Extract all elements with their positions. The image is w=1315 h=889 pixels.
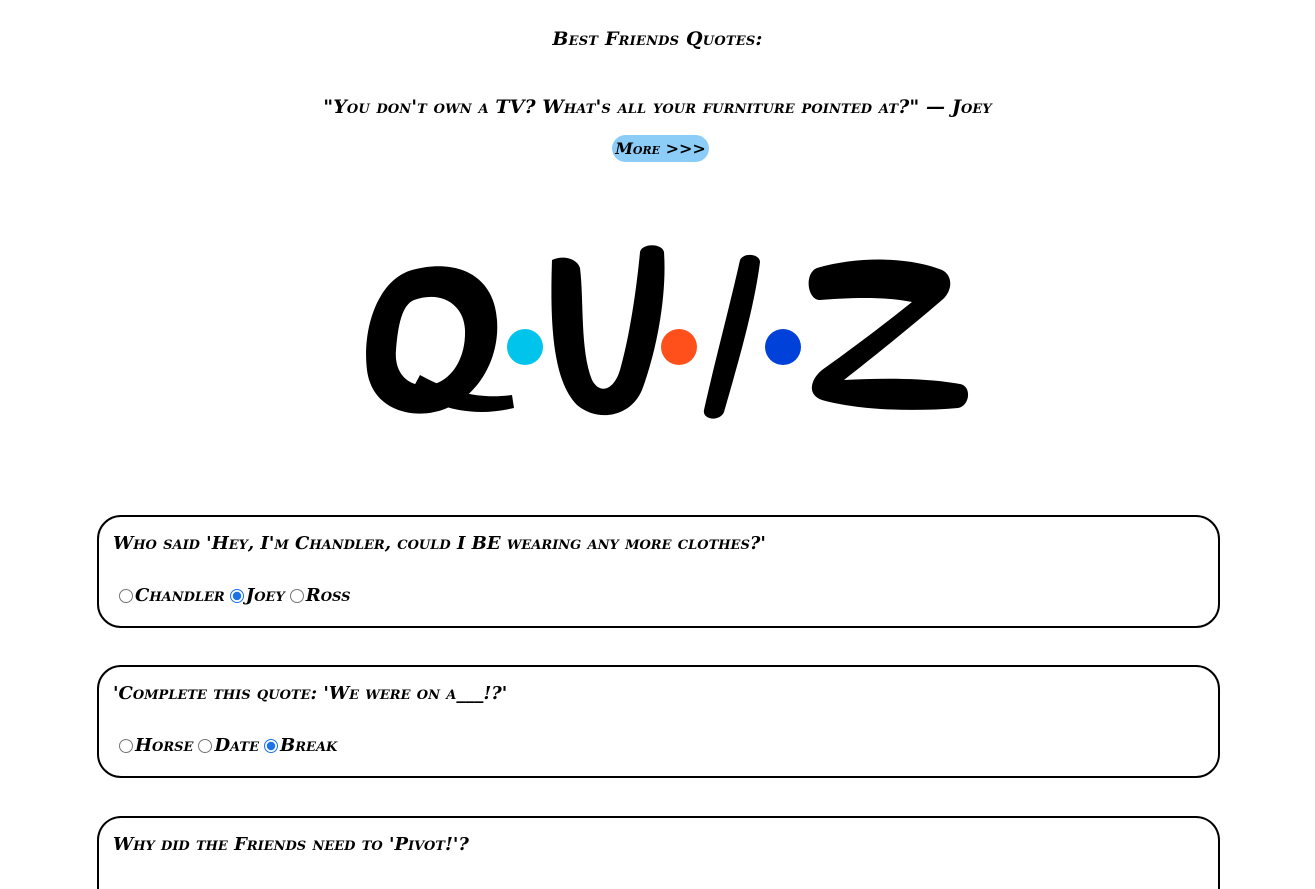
logo-letter-i — [703, 254, 760, 419]
question-card-1: Who said 'Hey, I'm Chandler, could I BE … — [97, 515, 1220, 628]
option-break[interactable]: Break — [262, 735, 337, 756]
option-joey[interactable]: Joey — [228, 585, 285, 606]
radio-joey[interactable] — [229, 588, 244, 603]
option-label: Break — [280, 735, 338, 756]
radio-date[interactable] — [198, 738, 213, 753]
radio-chandler[interactable] — [119, 588, 133, 603]
logo-letter-q — [366, 266, 514, 414]
answer-options: Chandler Joey Ross — [117, 585, 354, 606]
option-label: Chandler — [135, 585, 225, 606]
logo-dot-orange — [661, 329, 697, 365]
option-label: Joey — [245, 585, 285, 606]
option-label: Ross — [305, 585, 351, 606]
option-label: Horse — [135, 735, 194, 756]
option-label: Date — [214, 735, 260, 756]
question-text: 'Complete this quote: 'We were on a___!?… — [113, 683, 508, 704]
logo-letter-z — [808, 259, 969, 410]
logo-dot-blue — [765, 329, 801, 365]
radio-horse[interactable] — [119, 738, 133, 753]
quote-text: "You don't own a TV? What's all your fur… — [323, 96, 992, 118]
radio-ross[interactable] — [289, 588, 304, 603]
question-text: Who said 'Hey, I'm Chandler, could I BE … — [113, 533, 766, 554]
question-card-2: 'Complete this quote: 'We were on a___!?… — [97, 665, 1220, 778]
question-card-3: Why did the Friends need to 'Pivot!'? — [97, 816, 1220, 889]
radio-break[interactable] — [264, 738, 279, 753]
option-date[interactable]: Date — [196, 735, 259, 756]
option-horse[interactable]: Horse — [117, 735, 193, 756]
option-ross[interactable]: Ross — [288, 585, 351, 606]
logo-letter-u — [551, 245, 665, 416]
question-text: Why did the Friends need to 'Pivot!'? — [113, 834, 469, 855]
quiz-logo-image — [366, 245, 969, 419]
more-quotes-button[interactable]: More >>> — [612, 135, 709, 162]
quotes-heading: Best Friends Quotes: — [552, 28, 763, 50]
answer-options: Horse Date Break — [117, 735, 340, 756]
option-chandler[interactable]: Chandler — [117, 585, 225, 606]
logo-dot-cyan — [507, 329, 543, 365]
